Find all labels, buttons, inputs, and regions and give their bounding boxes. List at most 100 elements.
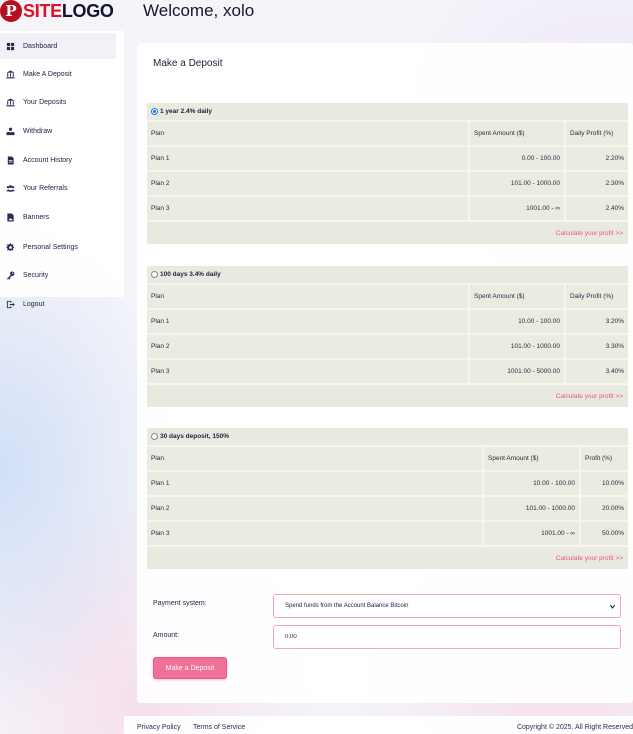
- plan-name-cell: Plan 2: [147, 170, 468, 195]
- plan-name-cell: Plan 1: [147, 308, 468, 333]
- sidebar-item-label: Your Deposits: [23, 98, 67, 106]
- spent-amount-cell: 1001.00 - ∞: [482, 520, 579, 545]
- table-row: Plan 1 10.00 - 100.00 10.00%: [147, 470, 628, 495]
- sidebar-item-dashboard[interactable]: Dashboard: [0, 33, 116, 59]
- table-row: Plan 2 101.00 - 1000.00 20.00%: [147, 495, 628, 520]
- plan-table: Plan Spent Amount ($) Daily Profit (%) Plan…: [147, 283, 628, 383]
- sidebar-item-withdraw[interactable]: Withdraw: [0, 118, 116, 144]
- sidebar-item-label: Banners: [23, 213, 50, 221]
- calculate-profit-link[interactable]: Calculate your profit >>: [147, 545, 628, 569]
- plan-table: Plan Spent Amount ($) Daily Profit (%) Plan…: [147, 120, 628, 220]
- payment-system-select[interactable]: Spend funds from the Account Balance Bit…: [273, 594, 621, 618]
- profit-cell: 50.00%: [579, 520, 628, 545]
- spent-amount-cell: 0.00 - 100.00: [468, 145, 564, 170]
- profit-cell: 20.00%: [579, 495, 628, 520]
- profit-cell: 10.00%: [579, 470, 628, 495]
- page-title: Make a Deposit: [153, 58, 223, 69]
- plan-column-header: Plan: [147, 120, 468, 145]
- spent-amount-cell: 1001.00 - 5000.00: [468, 358, 564, 383]
- sidebar-item-your-referrals[interactable]: Your Referrals: [0, 175, 116, 201]
- table-row: Plan 1 0.00 - 100.00 2.20%: [147, 145, 628, 170]
- profit-column-header: Profit (%): [579, 445, 628, 470]
- profit-column-header: Daily Profit (%): [564, 283, 628, 308]
- plan-name-cell: Plan 3: [147, 358, 468, 383]
- logout-icon: [5, 299, 15, 309]
- table-row: Plan 2 101.00 - 1000.00 3.30%: [147, 333, 628, 358]
- table-row: Plan 2 101.00 - 1000.00 2.30%: [147, 170, 628, 195]
- plan-title: 100 days 3.4% daily: [160, 271, 221, 278]
- spent-amount-column-header: Spent Amount ($): [468, 120, 564, 145]
- file-image-icon: [5, 212, 15, 222]
- sidebar-item-label: Dashboard: [23, 42, 58, 50]
- payment-system-value: Spend funds from the Account Balance Bit…: [285, 603, 409, 609]
- sidebar-item-label: Make A Deposit: [23, 70, 72, 78]
- spent-amount-cell: 101.00 - 1000.00: [468, 333, 564, 358]
- plan-title: 30 days deposit, 150%: [160, 433, 230, 440]
- profit-cell: 3.40%: [564, 358, 628, 383]
- plan-radio[interactable]: [151, 108, 158, 115]
- plan-header[interactable]: 100 days 3.4% daily: [147, 266, 628, 283]
- spent-amount-cell: 10.00 - 100.00: [482, 470, 579, 495]
- plan-block: 100 days 3.4% daily Plan Spent Amount ($) D…: [147, 266, 628, 407]
- calculate-profit-link[interactable]: Calculate your profit >>: [147, 220, 628, 244]
- spent-amount-cell: 1001.00 - ∞: [468, 195, 564, 220]
- plan-header[interactable]: 30 days deposit, 150%: [147, 428, 628, 445]
- plan-table: Plan Spent Amount ($) Profit (%) Plan 1 10.0…: [147, 445, 628, 545]
- plan-block: 1 year 2.4% daily Plan Spent Amount ($) Dai…: [147, 103, 628, 244]
- sidebar-item-account-history[interactable]: Account History: [0, 147, 116, 173]
- calculate-profit-link[interactable]: Calculate your profit >>: [147, 383, 628, 407]
- profit-cell: 3.30%: [564, 333, 628, 358]
- amount-input[interactable]: [273, 625, 621, 649]
- sidebar-item-label: Withdraw: [23, 127, 53, 135]
- sidebar-item-label: Security: [23, 271, 49, 279]
- plan-column-header: Plan: [147, 445, 482, 470]
- profit-column-header: Daily Profit (%): [564, 120, 628, 145]
- table-row: Plan 3 1001.00 - 5000.00 3.40%: [147, 358, 628, 383]
- plan-name-cell: Plan 3: [147, 195, 468, 220]
- privacy-policy-link[interactable]: Privacy Policy: [137, 724, 181, 731]
- sidebar-item-your-deposits[interactable]: Your Deposits: [0, 89, 116, 115]
- hand-money-icon: [5, 126, 15, 136]
- profit-cell: 2.40%: [564, 195, 628, 220]
- plan-header[interactable]: 1 year 2.4% daily: [147, 103, 628, 120]
- plan-name-cell: Plan 3: [147, 520, 482, 545]
- table-header-row: Plan Spent Amount ($) Daily Profit (%): [147, 120, 628, 145]
- terms-of-service-link[interactable]: Terms of Service: [193, 724, 245, 731]
- logo-text: SITELOGO: [23, 0, 114, 21]
- document-icon: [5, 155, 15, 165]
- sidebar-item-label: Logout: [23, 300, 45, 308]
- spent-amount-column-header: Spent Amount ($): [468, 283, 564, 308]
- plan-radio[interactable]: [151, 271, 158, 278]
- spent-amount-cell: 10.00 - 100.00: [468, 308, 564, 333]
- sidebar-item-banners[interactable]: Banners: [0, 204, 116, 230]
- site-logo[interactable]: P SITELOGO: [0, 0, 114, 22]
- users-icon: [5, 183, 15, 193]
- spent-amount-column-header: Spent Amount ($): [482, 445, 579, 470]
- spent-amount-cell: 101.00 - 1000.00: [468, 170, 564, 195]
- plan-name-cell: Plan 1: [147, 145, 468, 170]
- plan-radio[interactable]: [151, 433, 158, 440]
- table-header-row: Plan Spent Amount ($) Daily Profit (%): [147, 283, 628, 308]
- logo-mark: P: [0, 0, 22, 22]
- bank-icon: [5, 97, 15, 107]
- table-row: Plan 3 1001.00 - ∞ 50.00%: [147, 520, 628, 545]
- sidebar-item-security[interactable]: Security: [0, 262, 116, 288]
- plan-title: 1 year 2.4% daily: [160, 108, 213, 115]
- table-row: Plan 1 10.00 - 100.00 3.20%: [147, 308, 628, 333]
- plan-name-cell: Plan 1: [147, 470, 482, 495]
- profit-cell: 2.20%: [564, 145, 628, 170]
- profit-cell: 3.20%: [564, 308, 628, 333]
- profit-cell: 2.30%: [564, 170, 628, 195]
- sidebar-item-make-a-deposit[interactable]: Make A Deposit: [0, 61, 116, 87]
- sidebar-item-logout[interactable]: Logout: [0, 291, 116, 317]
- sidebar-item-personal-settings[interactable]: Personal Settings: [0, 234, 116, 260]
- plan-block: 30 days deposit, 150% Plan Spent Amount ($…: [147, 428, 628, 569]
- payment-system-label: Payment system:: [153, 600, 207, 607]
- welcome-title: Welcome, xolo: [143, 1, 255, 20]
- table-header-row: Plan Spent Amount ($) Profit (%): [147, 445, 628, 470]
- gear-icon: [5, 242, 15, 252]
- amount-label: Amount:: [153, 632, 180, 639]
- plan-column-header: Plan: [147, 283, 468, 308]
- make-deposit-button[interactable]: Make a Deposit: [153, 657, 227, 679]
- copyright: Copyright © 2025. All Right Reserved: [516, 724, 633, 731]
